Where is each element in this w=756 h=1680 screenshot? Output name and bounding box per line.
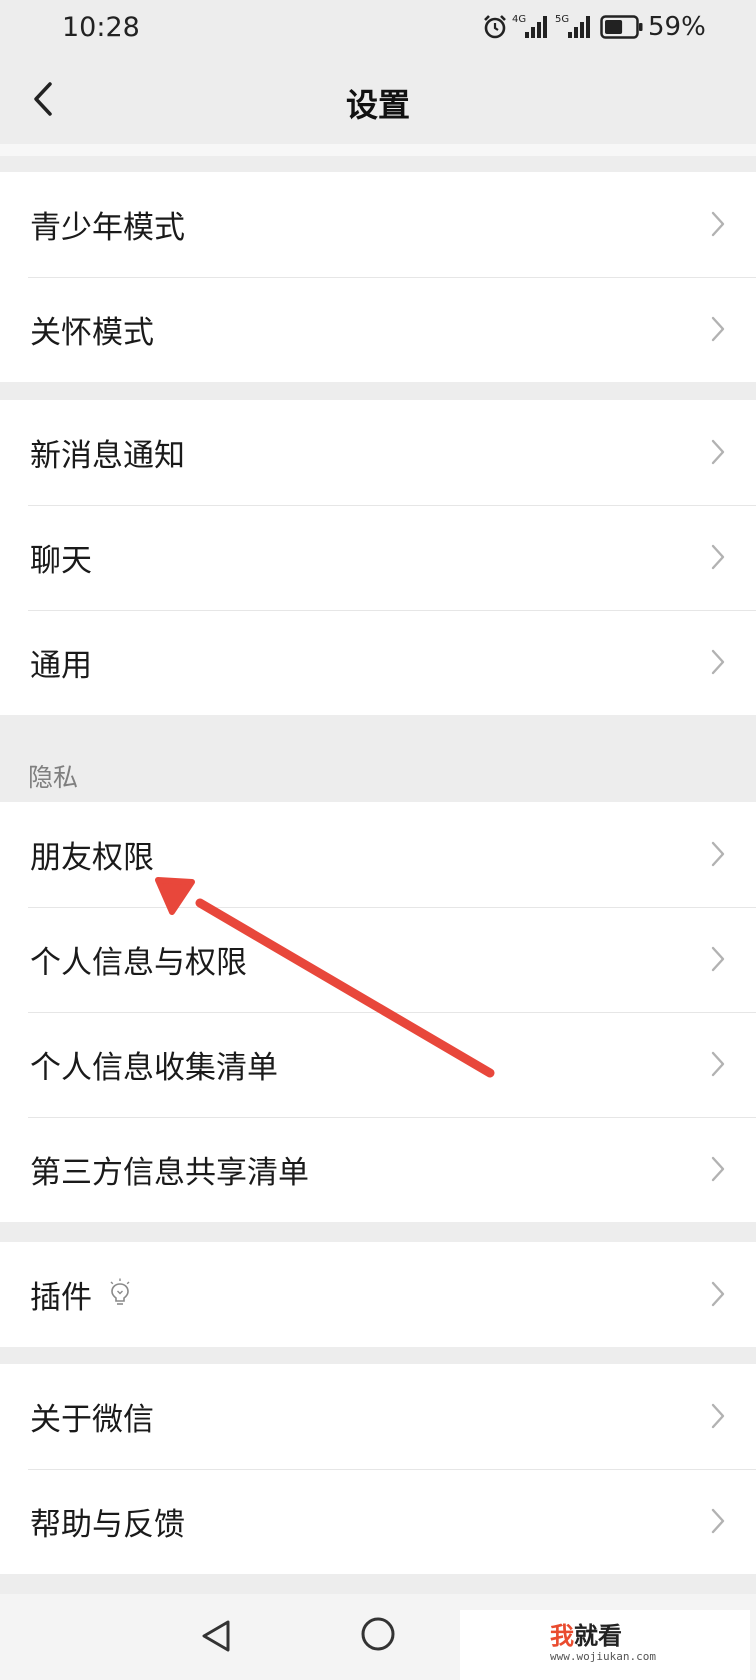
settings-item-general[interactable]: 通用	[0, 610, 756, 715]
status-bar: 10:28 4G 5G 59%	[0, 0, 756, 56]
settings-item-label: 青少年模式	[30, 210, 185, 246]
settings-group-2: 新消息通知 聊天 通用	[0, 400, 756, 715]
watermark-accent: 我	[550, 1622, 574, 1650]
nav-back-icon[interactable]	[196, 1616, 236, 1656]
settings-item-label: 个人信息收集清单	[30, 1050, 278, 1086]
battery-icon	[600, 15, 643, 39]
chevron-right-icon	[711, 1403, 725, 1429]
settings-group-1: 青少年模式 关怀模式	[0, 172, 756, 382]
watermark-main: 就看	[574, 1622, 622, 1650]
settings-item-label: 帮助与反馈	[30, 1507, 185, 1543]
settings-item-third-party-sharing-list[interactable]: 第三方信息共享清单	[0, 1117, 756, 1222]
settings-item-label: 个人信息与权限	[30, 945, 247, 981]
settings-item-label: 关于微信	[30, 1402, 154, 1438]
settings-group-privacy: 朋友权限 个人信息与权限 个人信息收集清单 第三方信息共享清单	[0, 802, 756, 1222]
lightbulb-icon	[110, 1278, 130, 1305]
page-title: 设置	[345, 86, 410, 124]
chevron-right-icon	[711, 946, 725, 972]
system-nav-bar: 我就看 www.wojiukan.com	[0, 1594, 756, 1680]
settings-item-label: 聊天	[30, 543, 92, 579]
settings-item-label: 新消息通知	[30, 438, 185, 474]
chevron-right-icon	[711, 649, 725, 675]
settings-item-friend-permissions[interactable]: 朋友权限	[0, 802, 756, 907]
settings-item-label: 通用	[30, 648, 92, 684]
settings-item-personal-info-collection-list[interactable]: 个人信息收集清单	[0, 1012, 756, 1117]
settings-item-label: 第三方信息共享清单	[30, 1155, 309, 1191]
section-label-privacy: 隐私	[28, 763, 79, 792]
nav-home-icon[interactable]	[358, 1614, 398, 1654]
status-time: 10:28	[62, 12, 140, 43]
chevron-right-icon	[711, 211, 725, 237]
settings-item-label: 朋友权限	[30, 840, 154, 876]
watermark: 我就看 www.wojiukan.com	[460, 1610, 750, 1680]
chevron-right-icon	[711, 1508, 725, 1534]
settings-item-care-mode[interactable]: 关怀模式	[0, 277, 756, 382]
chevron-right-icon	[711, 1156, 725, 1182]
chevron-right-icon	[711, 316, 725, 342]
settings-item-about-wechat[interactable]: 关于微信	[0, 1364, 756, 1469]
signal-4g-icon: 4G	[512, 14, 547, 38]
signal-5g-icon: 5G	[555, 14, 590, 38]
settings-group-about: 关于微信 帮助与反馈	[0, 1364, 756, 1574]
chevron-right-icon	[711, 841, 725, 867]
header: 设置	[0, 56, 756, 144]
chevron-right-icon	[711, 1281, 725, 1307]
settings-item-personal-info-permissions[interactable]: 个人信息与权限	[0, 907, 756, 1012]
header-divider-strip	[0, 144, 756, 156]
settings-item-label: 关怀模式	[30, 315, 154, 351]
chevron-right-icon	[711, 544, 725, 570]
settings-item-teen-mode[interactable]: 青少年模式	[0, 172, 756, 277]
settings-item-help-feedback[interactable]: 帮助与反馈	[0, 1469, 756, 1574]
chevron-right-icon	[711, 439, 725, 465]
settings-item-chat[interactable]: 聊天	[0, 505, 756, 610]
chevron-right-icon	[711, 1051, 725, 1077]
net-5g-text: 5G	[555, 14, 569, 25]
settings-item-plugins[interactable]: 插件	[0, 1242, 756, 1347]
watermark-url: www.wojiukan.com	[550, 1650, 656, 1663]
settings-item-new-message-notification[interactable]: 新消息通知	[0, 400, 756, 505]
alarm-icon	[484, 15, 506, 39]
settings-item-label: 插件	[30, 1280, 92, 1316]
settings-group-plugins: 插件	[0, 1242, 756, 1347]
net-4g-text: 4G	[512, 14, 526, 25]
watermark-text: 我就看	[550, 1616, 622, 1651]
battery-percent: 59%	[648, 12, 706, 42]
